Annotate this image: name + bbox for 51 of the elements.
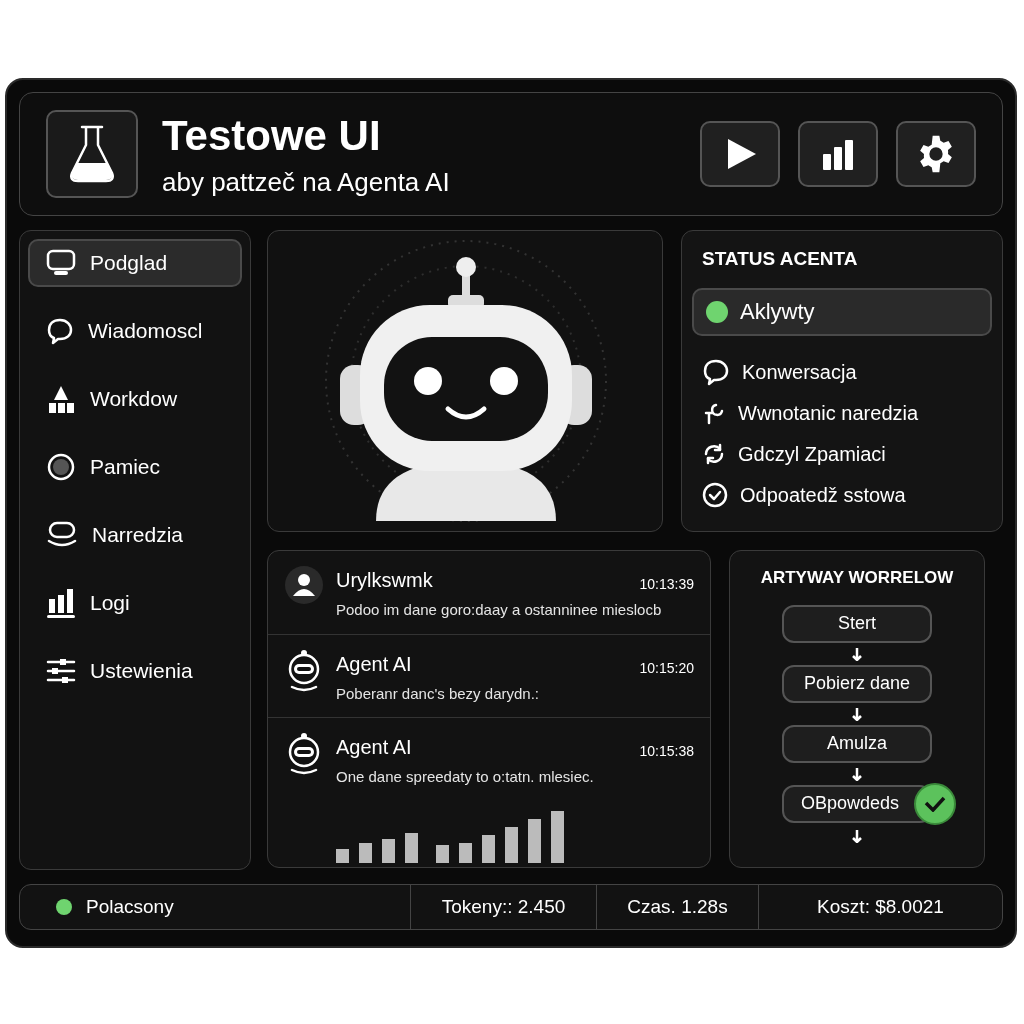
sidebar-item[interactable]: Logi <box>28 579 242 627</box>
message-author: Agent AI <box>336 735 412 760</box>
sidebar-item[interactable]: Pamiec <box>28 443 242 491</box>
stat-text: Koszt: $8.0021 <box>817 894 944 919</box>
sidebar-item[interactable]: Workdow <box>28 375 242 423</box>
monitor-icon <box>46 249 76 277</box>
status-label: Aklywty <box>740 298 815 326</box>
arrow-icon <box>852 646 862 661</box>
workflow-step: Amulza <box>782 724 932 763</box>
status-item: Konwersacja <box>742 360 857 385</box>
play-button[interactable] <box>700 121 780 187</box>
pyramid-icon <box>46 384 76 414</box>
sidebar-item[interactable]: Podglad <box>28 239 242 287</box>
arrow-icon <box>852 766 862 781</box>
chat-bubble-icon <box>46 317 74 345</box>
status-item: Gdczyl Zpamiaci <box>738 442 886 467</box>
check-circle-icon <box>702 482 728 508</box>
sidebar-item[interactable]: Ustewienia <box>28 647 242 695</box>
message-text: Poberanr danc's bezy darydn.: <box>336 683 540 704</box>
message-text: One dane spreedaty to o:tatn. mlesiec. <box>336 767 595 787</box>
user-avatar-icon <box>284 565 324 605</box>
circle-icon <box>46 452 76 482</box>
chat-bubble-icon <box>702 358 730 386</box>
status-item: Odpoatedž sstowa <box>740 483 906 508</box>
message-text: Podoo im dane goro:daay a ostanninee mieslocb <box>336 600 663 620</box>
message-time: 10:13:39 <box>639 575 694 594</box>
app-title: Testowe UI <box>162 110 382 161</box>
bar-chart-icon <box>821 138 855 170</box>
message-time: 10:15:38 <box>639 742 694 761</box>
connection-label: Polacsony <box>86 894 174 919</box>
message-author: Agent AI <box>336 651 412 677</box>
status-item: Wwnotanic naredzia <box>738 401 919 426</box>
sidebar-item[interactable]: Narredzia <box>28 511 242 559</box>
stat-text: Tokeny:: 2.450 <box>441 894 566 919</box>
stat-text: Czas. 1.28s <box>627 894 728 919</box>
workflow-step: Pobierz dane <box>782 664 932 703</box>
panel-heading: ARTYWAY WORRELOW <box>760 567 954 589</box>
sidebar-item[interactable]: Wiadomoscl <box>28 307 242 355</box>
workflow-step: Stert <box>782 604 932 643</box>
check-icon <box>914 782 956 825</box>
panel-heading: STATUS ACENTA <box>701 247 859 271</box>
refresh-icon <box>702 442 726 466</box>
settings-button[interactable] <box>896 121 976 187</box>
message-author: Urylkswmk <box>336 568 433 593</box>
app-subtitle: aby pattzeč na Agenta AI <box>162 166 451 199</box>
sliders-icon <box>46 657 76 685</box>
stats-button[interactable] <box>798 121 878 187</box>
bar-chart-icon <box>46 587 76 619</box>
arrow-icon <box>852 706 862 721</box>
message-time: 10:15:20 <box>639 658 694 678</box>
arrow-icon <box>852 828 862 843</box>
